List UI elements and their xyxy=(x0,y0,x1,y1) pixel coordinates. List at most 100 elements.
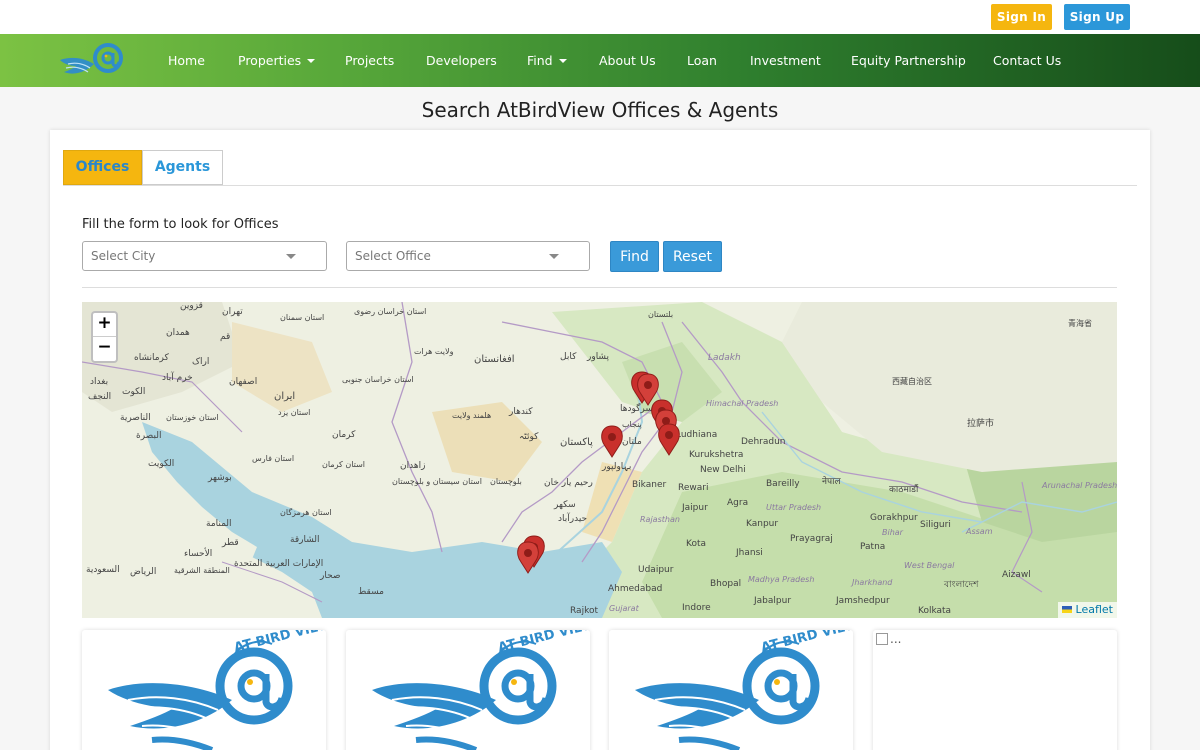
page-title: Search AtBirdView Offices & Agents xyxy=(421,98,779,122)
nav-developers[interactable]: Developers xyxy=(426,34,497,87)
map-label-bihar: Bihar xyxy=(882,528,904,537)
map-label-rahim-yar-khan: رحیم یار خان xyxy=(544,478,593,488)
caret-down-icon xyxy=(307,59,316,63)
map-label-agra: Agra xyxy=(727,498,748,508)
map-label-khorasan-razavi: استان خراسان رضوی xyxy=(354,307,426,316)
map-label-hormozgan: استان هرمزگان xyxy=(280,507,332,517)
map-label-arunachal: Arunachal Pradesh xyxy=(1041,481,1117,490)
map-label-bushehr: بوشهر xyxy=(207,473,232,483)
offices-map[interactable]: Ladakh Himachal Pradesh Ludhiana Dehradu… xyxy=(82,302,1117,618)
map-label-kuwait: الكويت xyxy=(148,459,174,469)
nav-contact-us[interactable]: Contact Us xyxy=(993,34,1061,87)
map-label-patna: Patna xyxy=(860,542,885,552)
map-label-hamadan: همدان xyxy=(166,328,190,338)
top-bar: Sign In Sign Up xyxy=(0,0,1200,34)
zoom-in-button[interactable]: + xyxy=(93,313,116,337)
zoom-out-button[interactable]: − xyxy=(93,337,116,361)
map-label-quetta: کوئٹہ xyxy=(519,432,539,442)
map-label-esfahan: اصفهان xyxy=(229,377,257,387)
map-label-ahsa: الأحساء xyxy=(184,547,212,559)
nav-projects[interactable]: Projects xyxy=(345,34,394,87)
map-label-bhopal: Bhopal xyxy=(710,579,741,589)
map-label-himachal: Himachal Pradesh xyxy=(706,399,778,408)
map-label-udaipur: Udaipur xyxy=(638,565,674,575)
map-label-ladakh: Ladakh xyxy=(708,353,741,363)
office-select[interactable]: Select Office xyxy=(346,241,590,271)
map-attribution[interactable]: Leaflet xyxy=(1057,602,1117,618)
map-label-iran: ایران xyxy=(274,391,295,402)
reset-button[interactable]: Reset xyxy=(663,241,722,272)
map-label-kerman-prov: استان کرمان xyxy=(322,460,365,469)
city-select-placeholder: Select City xyxy=(91,249,156,263)
office-card[interactable]: ... xyxy=(873,630,1117,750)
leaflet-link[interactable]: Leaflet xyxy=(1076,603,1113,616)
map-label-bangladesh: বাংলাদেশ xyxy=(943,580,979,590)
map-label-rewari: Rewari xyxy=(678,483,708,493)
atbirdview-logo[interactable] xyxy=(58,38,128,84)
map-label-riyadh: الرياض xyxy=(130,567,156,577)
map-label-jaipur: Jaipur xyxy=(681,503,708,513)
sign-in-button[interactable]: Sign In xyxy=(991,4,1052,30)
map-label-dehradun: Dehradun xyxy=(741,437,786,447)
map-label-rajkot: Rajkot xyxy=(570,606,598,616)
map-label-jhansi: Jhansi xyxy=(735,548,763,558)
nav-properties-label: Properties xyxy=(238,53,302,68)
map-label-arak: اراک xyxy=(192,356,209,367)
map-label-south-khorasan: استان خراسان جنوبی xyxy=(342,375,414,384)
map-label-prayagraj: Prayagraj xyxy=(790,534,833,544)
map-label-yazd: استان یزد xyxy=(278,408,310,417)
map-label-kota: Kota xyxy=(686,539,706,549)
map-label-zahedan: زاهدان xyxy=(400,461,425,471)
map-label-uttar-pradesh: Uttar Pradesh xyxy=(766,503,821,512)
nav-home[interactable]: Home xyxy=(168,34,205,87)
map-label-najaf: النجف xyxy=(88,392,111,402)
map-label-basra: البصرة xyxy=(136,431,161,441)
map-label-sohar: صحار xyxy=(319,571,341,581)
ukraine-flag-icon xyxy=(1061,606,1072,613)
sign-up-button[interactable]: Sign Up xyxy=(1064,4,1130,30)
map-label-uae: الإمارات العربية المتحدة xyxy=(234,559,323,569)
map-label-hyderabad: حیدرآباد xyxy=(558,512,587,524)
map-tiles[interactable]: Ladakh Himachal Pradesh Ludhiana Dehradu… xyxy=(82,302,1117,618)
tab-divider xyxy=(63,185,1137,186)
map-label-sharjah: الشارقة xyxy=(290,535,320,545)
office-card[interactable]: AT BIRD VIEW xyxy=(346,630,590,750)
find-button[interactable]: Find xyxy=(610,241,659,272)
map-label-saudi: السعودية xyxy=(86,565,120,575)
caret-down-icon xyxy=(558,59,567,63)
nav-properties[interactable]: Properties xyxy=(238,34,316,87)
map-label-gujarat: Gujarat xyxy=(609,604,640,613)
tab-agents[interactable]: Agents xyxy=(142,150,223,185)
form-label: Fill the form to look for Offices xyxy=(82,217,279,232)
map-label-afghanistan: افغانستان xyxy=(474,354,515,365)
map-label-indore: Indore xyxy=(682,603,711,613)
map-label-baltistan: بلتستان xyxy=(648,310,673,319)
office-card[interactable]: AT BIRD VIEW xyxy=(609,630,853,750)
main-navbar: Home Properties Projects Developers Find… xyxy=(0,34,1200,87)
nav-loan[interactable]: Loan xyxy=(687,34,717,87)
atbirdview-logo: AT BIRD VIEW xyxy=(108,630,326,750)
map-label-peshawar: پشاور xyxy=(586,352,609,362)
nav-investment[interactable]: Investment xyxy=(750,34,821,87)
nav-about-us[interactable]: About Us xyxy=(599,34,656,87)
dropdown-arrow-icon xyxy=(549,254,559,259)
nav-find-label: Find xyxy=(527,53,553,68)
office-card[interactable]: AT BIRD VIEW xyxy=(82,630,326,750)
map-label-nepal: नेपाल xyxy=(822,475,841,487)
atbirdview-logo: AT BIRD VIEW xyxy=(635,630,853,750)
map-label-muscat: مسقط xyxy=(358,587,384,597)
map-label-jharkhand: Jharkhand xyxy=(850,578,893,587)
map-label-sistan: استان سیستان و بلوچستان xyxy=(392,477,482,486)
map-label-jabalpur: Jabalpur xyxy=(753,596,791,606)
map-label-kanpur: Kanpur xyxy=(746,519,778,529)
map-label-kabul: کابل xyxy=(560,352,577,362)
nav-find[interactable]: Find xyxy=(527,34,567,87)
map-label-qatar: قطر xyxy=(221,538,239,548)
tab-offices[interactable]: Offices xyxy=(63,150,142,185)
city-select[interactable]: Select City xyxy=(82,241,327,271)
map-label-madhya-pradesh: Madhya Pradesh xyxy=(748,575,814,584)
nav-equity-partnership[interactable]: Equity Partnership xyxy=(851,34,966,87)
form-divider xyxy=(82,287,1117,288)
map-label-nasiriyah: الناصرية xyxy=(120,413,151,423)
map-label-aizawl: Aizawl xyxy=(1002,570,1031,580)
